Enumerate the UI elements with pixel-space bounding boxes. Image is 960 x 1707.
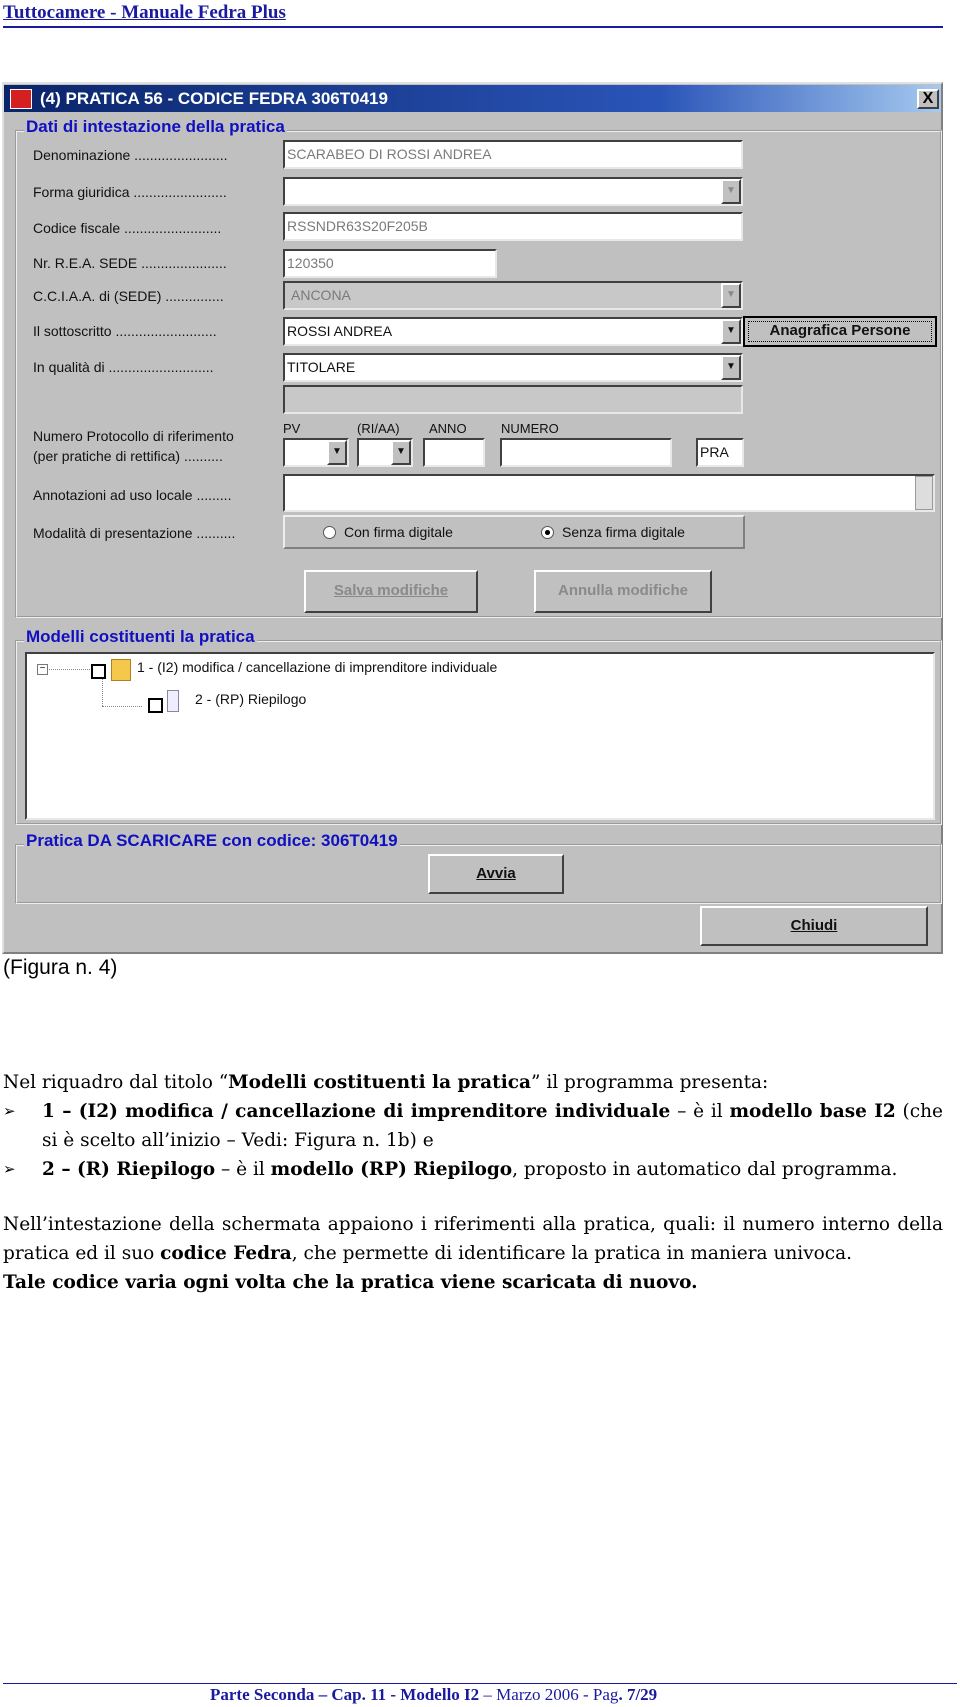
- chevron-down-icon[interactable]: ▼: [721, 319, 741, 344]
- riaa-header: (RI/AA): [357, 421, 400, 436]
- tree-item-1[interactable]: 1 - (I2) modifica / cancellazione di imp…: [137, 659, 497, 675]
- bullet-2: ➢ 2 – (R) Riepilogo – è il modello (RP) R…: [3, 1155, 943, 1184]
- page-header: Tuttocamere - Manuale Fedra Plus: [3, 2, 943, 28]
- extra-field[interactable]: [283, 385, 743, 414]
- protocollo-label: Numero Protocollo di riferimento: [33, 428, 234, 444]
- tree-line: [102, 676, 103, 706]
- forma-giuridica-label: Forma giuridica ........................: [33, 184, 227, 200]
- pv-select[interactable]: ▼: [283, 438, 349, 467]
- chiudi-button[interactable]: Chiudi: [700, 906, 928, 946]
- chevron-down-icon[interactable]: ▼: [391, 440, 411, 465]
- annotazioni-field[interactable]: [283, 474, 935, 512]
- radio-senza-firma[interactable]: Senza firma digitale: [541, 524, 685, 540]
- qualita-label: In qualità di ..........................…: [33, 359, 214, 375]
- window-title: (4) PRATICA 56 - CODICE FEDRA 306T0419: [40, 89, 388, 108]
- modalita-radio-group: Con firma digitale Senza firma digitale: [283, 515, 745, 549]
- chevron-down-icon[interactable]: ▼: [721, 283, 741, 308]
- chevron-down-icon[interactable]: ▼: [721, 355, 741, 380]
- arrow-bullet-icon: ➢: [3, 1160, 16, 1178]
- paragraph-3: Tale codice varia ogni volta che la prat…: [3, 1272, 698, 1293]
- rea-label: Nr. R.E.A. SEDE ......................: [33, 255, 227, 271]
- codice-fiscale-field[interactable]: RSSNDR63S20F205B: [283, 212, 743, 241]
- rea-field[interactable]: 120350: [283, 249, 497, 278]
- pratica-window: (4) PRATICA 56 - CODICE FEDRA 306T0419 X…: [2, 82, 943, 954]
- cciaa-select[interactable]: ANCONA ▼: [283, 281, 743, 310]
- pra-field[interactable]: PRA: [696, 438, 744, 467]
- figure-caption: (Figura n. 4): [3, 956, 118, 979]
- collapse-icon[interactable]: −: [37, 664, 48, 675]
- riaa-select[interactable]: ▼: [357, 438, 413, 467]
- annotazioni-label: Annotazioni ad uso locale .........: [33, 487, 232, 503]
- bullet-1: ➢ 1 – (I2) modifica / cancellazione di im…: [3, 1097, 943, 1155]
- tree-line: [49, 669, 94, 670]
- body-text: Nel riquadro dal titolo “Modelli costitu…: [3, 1068, 943, 1297]
- arrow-bullet-icon: ➢: [3, 1102, 16, 1120]
- modelli-tree: − 1 - (I2) modifica / cancellazione di i…: [25, 652, 935, 820]
- folder-icon: [111, 659, 131, 681]
- page-footer: Parte Seconda – Cap. 11 - Modello I2 – M…: [3, 1683, 957, 1705]
- paragraph-2: Nell’intestazione della schermata appaio…: [3, 1214, 943, 1264]
- chevron-down-icon[interactable]: ▼: [721, 179, 741, 204]
- anno-header: ANNO: [429, 421, 467, 436]
- salva-modifiche-button[interactable]: Salva modifiche: [304, 570, 478, 613]
- avvia-button[interactable]: Avvia: [428, 854, 564, 894]
- checkbox-model-1[interactable]: [91, 664, 106, 679]
- annulla-modifiche-button[interactable]: Annulla modifiche: [534, 570, 712, 613]
- codice-fiscale-label: Codice fiscale .........................: [33, 220, 222, 236]
- anagrafica-persone-button[interactable]: Anagrafica Persone: [743, 316, 937, 347]
- denominazione-label: Denominazione ........................: [33, 147, 228, 163]
- radio-con-firma[interactable]: Con firma digitale: [323, 524, 453, 540]
- title-bar: (4) PRATICA 56 - CODICE FEDRA 306T0419 X: [4, 85, 941, 112]
- chevron-down-icon[interactable]: ▼: [327, 440, 347, 465]
- anno-field[interactable]: [423, 438, 485, 467]
- protocollo-label-2: (per pratiche di rettifica) ..........: [33, 448, 223, 464]
- close-button[interactable]: X: [917, 89, 939, 109]
- sottoscritto-label: Il sottoscritto ........................…: [33, 323, 217, 339]
- numero-field[interactable]: [500, 438, 672, 467]
- tree-line: [102, 706, 142, 707]
- document-icon: [167, 690, 179, 712]
- denominazione-field[interactable]: SCARABEO DI ROSSI ANDREA: [283, 140, 743, 169]
- radio-selected-icon: [541, 526, 554, 539]
- numero-header: NUMERO: [501, 421, 559, 436]
- qualita-select[interactable]: TITOLARE ▼: [283, 353, 743, 382]
- forma-giuridica-select[interactable]: ▼: [283, 177, 743, 206]
- modalita-label: Modalità di presentazione ..........: [33, 525, 236, 541]
- radio-icon: [323, 526, 336, 539]
- pv-header: PV: [283, 421, 301, 436]
- group-legend: Dati di intestazione della pratica: [24, 117, 287, 137]
- app-logo-icon: [10, 89, 32, 109]
- tree-item-2[interactable]: 2 - (RP) Riepilogo: [195, 691, 306, 707]
- group-legend: Modelli costituenti la pratica: [24, 627, 257, 647]
- paragraph-1: Nel riquadro dal titolo “Modelli costitu…: [3, 1072, 769, 1093]
- checkbox-model-2[interactable]: [148, 698, 163, 713]
- annotazioni-scrollbar[interactable]: [915, 476, 933, 510]
- cciaa-label: C.C.I.A.A. di (SEDE) ...............: [33, 288, 224, 304]
- group-legend: Pratica DA SCARICARE con codice: 306T041…: [24, 831, 400, 851]
- sottoscritto-select[interactable]: ROSSI ANDREA ▼: [283, 317, 743, 346]
